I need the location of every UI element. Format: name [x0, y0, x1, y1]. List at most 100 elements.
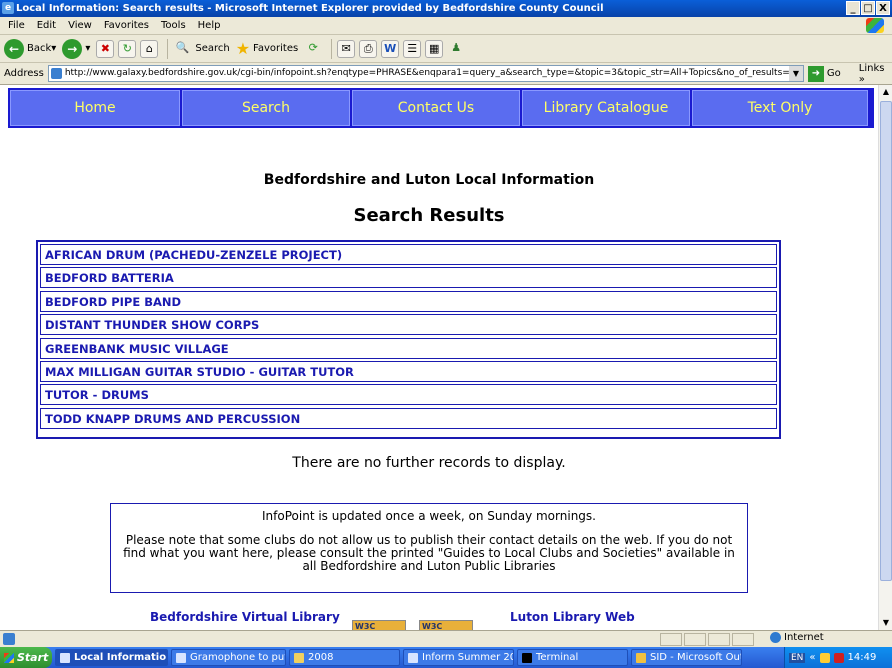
chevron-down-icon[interactable]: ▾	[85, 43, 90, 54]
taskbar-item-folder[interactable]: 2008	[289, 649, 400, 666]
toolbar-separator	[331, 38, 333, 59]
tray-app-icon[interactable]	[819, 652, 830, 663]
no-more-records: There are no further records to display.	[292, 455, 566, 471]
outlook-icon	[636, 652, 646, 663]
back-label: Back	[27, 43, 52, 54]
print-icon[interactable]: ⎙	[359, 39, 378, 58]
go-label: Go	[826, 68, 841, 79]
tray-expand-icon[interactable]: «	[809, 652, 815, 663]
search-button[interactable]: 🔍 Search	[173, 40, 229, 58]
address-input[interactable]: http://www.galaxy.bedfordshire.gov.uk/cg…	[47, 65, 804, 82]
menu-edit[interactable]: Edit	[37, 20, 56, 31]
links-button[interactable]: Links »	[859, 63, 892, 85]
result-link[interactable]: AFRICAN DRUM (PACHEDU-ZENZELE PROJECT)	[40, 244, 777, 265]
terminal-icon	[522, 652, 532, 663]
research-icon[interactable]: ▦	[425, 39, 444, 58]
mail-icon[interactable]: ✉	[337, 39, 356, 58]
info-note-text: Please note that some clubs do not allow…	[123, 533, 735, 573]
taskbar-item-label: Inform Summer 200...	[422, 652, 513, 663]
back-arrow-icon: ←	[4, 38, 24, 59]
messenger-icon[interactable]: ♟	[447, 40, 465, 58]
info-box: InfoPoint is updated once a week, on Sun…	[110, 503, 748, 593]
taskbar-item-ie[interactable]: Local Informatio...	[55, 649, 168, 666]
discuss-icon[interactable]: ☰	[403, 39, 422, 58]
nav-home[interactable]: Home	[10, 90, 180, 126]
nav-text-only[interactable]: Text Only	[692, 90, 868, 126]
refresh-icon[interactable]: ↻	[118, 39, 137, 58]
footer-links: Bedfordshire Virtual Library W3C XHTML W…	[0, 610, 878, 630]
w3c-css-badge[interactable]: W3C	[419, 620, 473, 630]
forward-arrow-icon: →	[62, 38, 83, 59]
vertical-scrollbar[interactable]: ▲ ▼	[878, 85, 892, 630]
address-label: Address	[4, 68, 44, 79]
toolbar-separator	[167, 38, 169, 59]
taskbar-item-outlook[interactable]: SID - Microsoft Outl...	[631, 649, 742, 666]
result-link[interactable]: TUTOR - DRUMS	[40, 384, 777, 406]
chevron-down-icon[interactable]: ▾	[51, 43, 56, 54]
site-nav: Home Search Contact Us Library Catalogue…	[8, 88, 874, 128]
taskbar-item-label: 2008	[308, 652, 334, 663]
info-update-text: InfoPoint is updated once a week, on Sun…	[262, 509, 596, 523]
windows-logo-icon	[866, 18, 884, 33]
folder-icon	[294, 652, 304, 663]
menu-tools[interactable]: Tools	[161, 20, 186, 31]
language-indicator[interactable]: EN	[789, 652, 806, 663]
close-button[interactable]: X	[876, 1, 890, 15]
result-link[interactable]: BEDFORD BATTERIA	[40, 267, 777, 289]
home-icon[interactable]: ⌂	[140, 39, 159, 58]
result-link[interactable]: GREENBANK MUSIC VILLAGE	[40, 337, 777, 359]
favorites-button[interactable]: ★ Favorites	[236, 39, 299, 58]
page-status-icon	[3, 633, 15, 645]
nav-contact-us[interactable]: Contact Us	[352, 90, 520, 126]
result-link[interactable]: DISTANT THUNDER SHOW CORPS	[40, 314, 777, 336]
results-list: AFRICAN DRUM (PACHEDU-ZENZELE PROJECT) B…	[36, 240, 781, 439]
scroll-thumb[interactable]	[880, 101, 892, 581]
address-dropdown-icon[interactable]: ▼	[788, 66, 803, 81]
edit-word-icon[interactable]: W	[381, 39, 400, 58]
scroll-down-icon[interactable]: ▼	[879, 616, 892, 630]
taskbar: Start Local Informatio... Gramophone to …	[0, 647, 892, 668]
minimize-button[interactable]: _	[846, 1, 860, 15]
menu-help[interactable]: Help	[198, 20, 221, 31]
menu-favorites[interactable]: Favorites	[104, 20, 149, 31]
windows-flag-icon	[4, 652, 14, 663]
start-button[interactable]: Start	[0, 647, 52, 668]
ie-icon	[176, 652, 186, 663]
go-button[interactable]: ➜ Go	[807, 65, 841, 82]
tray-antivirus-icon[interactable]	[833, 652, 844, 663]
menu-file[interactable]: File	[8, 20, 25, 31]
bedfordshire-virtual-library-link[interactable]: Bedfordshire Virtual Library	[150, 610, 340, 624]
luton-library-web-link[interactable]: Luton Library Web	[510, 610, 635, 624]
security-zone: Internet	[770, 632, 824, 643]
status-cells	[660, 633, 754, 646]
result-link[interactable]: MAX MILLIGAN GUITAR STUDIO - GUITAR TUTO…	[40, 360, 777, 382]
scroll-up-icon[interactable]: ▲	[879, 85, 892, 99]
ie-icon	[60, 652, 70, 663]
result-link[interactable]: BEDFORD PIPE BAND	[40, 290, 777, 312]
word-icon	[408, 652, 418, 663]
w3c-xhtml-badge[interactable]: W3C XHTML	[352, 620, 406, 630]
taskbar-item-terminal[interactable]: Terminal	[517, 649, 628, 666]
start-label: Start	[17, 651, 49, 664]
system-tray: EN « 14:49	[784, 647, 892, 668]
address-url: http://www.galaxy.bedfordshire.gov.uk/cg…	[64, 68, 804, 78]
back-button[interactable]: ← Back ▾	[4, 38, 56, 59]
stop-icon[interactable]: ✖	[96, 39, 115, 58]
nav-search[interactable]: Search	[182, 90, 350, 126]
favorites-label: Favorites	[253, 43, 299, 54]
address-bar: Address http://www.galaxy.bedfordshire.g…	[0, 63, 892, 85]
taskbar-item-gramophone[interactable]: Gramophone to put ...	[171, 649, 286, 666]
taskbar-item-word[interactable]: Inform Summer 200...	[403, 649, 514, 666]
go-arrow-icon: ➜	[807, 65, 824, 82]
status-bar: Internet	[0, 630, 892, 647]
menu-view[interactable]: View	[68, 20, 92, 31]
page-viewport: Home Search Contact Us Library Catalogue…	[0, 85, 878, 630]
nav-library-catalogue[interactable]: Library Catalogue	[522, 90, 690, 126]
star-icon: ★	[235, 39, 251, 58]
maximize-button[interactable]: □	[861, 1, 875, 15]
history-icon[interactable]: ⟳	[304, 40, 322, 58]
search-label: Search	[195, 43, 230, 54]
forward-button[interactable]: → ▾	[62, 38, 90, 59]
page-title: Search Results	[353, 205, 505, 226]
result-link[interactable]: TODD KNAPP DRUMS AND PERCUSSION	[40, 407, 777, 429]
